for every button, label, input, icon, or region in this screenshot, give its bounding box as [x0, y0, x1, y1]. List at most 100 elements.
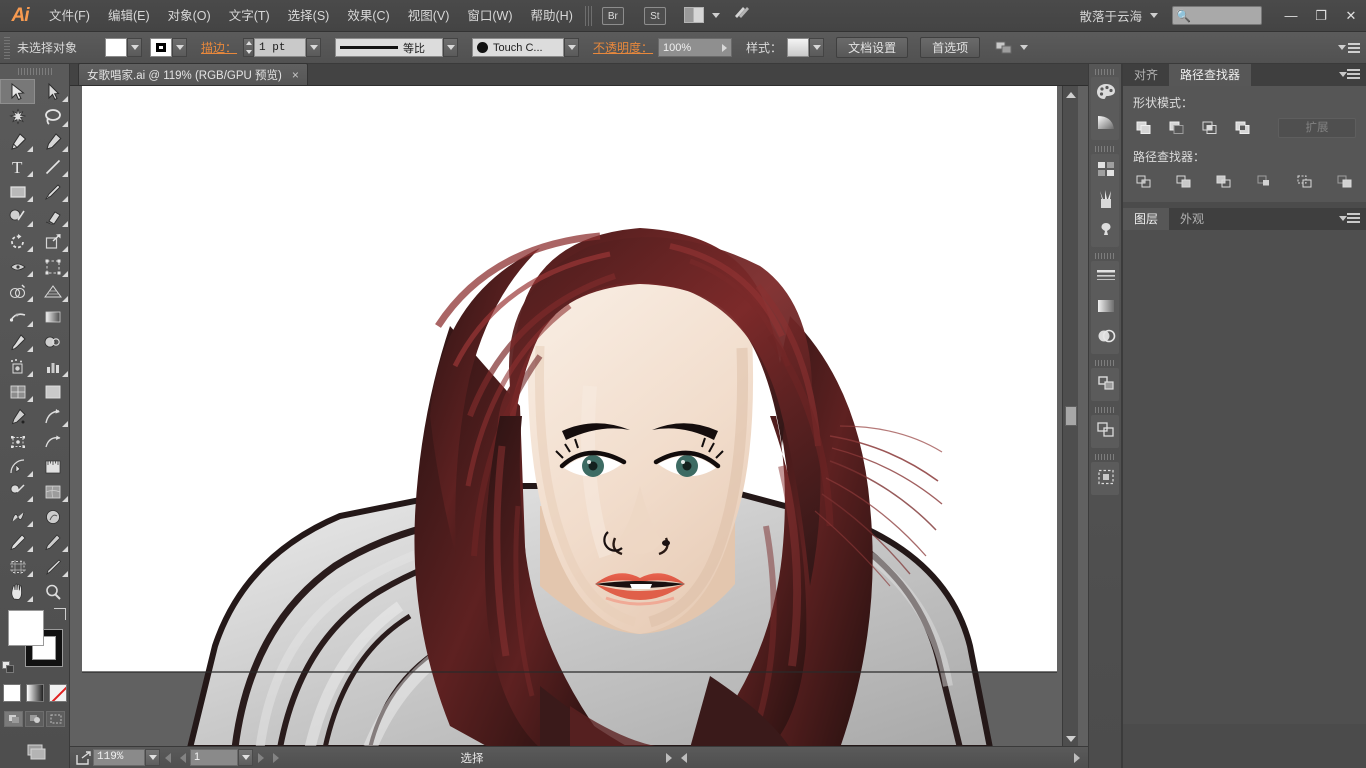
- swap-fill-stroke-icon[interactable]: [54, 608, 66, 620]
- line-segment-tool[interactable]: [35, 154, 70, 179]
- fill-color-swatch[interactable]: [105, 38, 127, 57]
- dock-grip-3[interactable]: [1095, 253, 1115, 259]
- scroll-down-icon[interactable]: [1066, 736, 1076, 742]
- zoom-tool[interactable]: [35, 579, 70, 604]
- pencil-tool[interactable]: [0, 529, 35, 554]
- dock-grip-4[interactable]: [1095, 360, 1115, 366]
- prev-artboard-button[interactable]: [175, 749, 190, 766]
- fill-dropdown-arrow[interactable]: [127, 38, 142, 57]
- pathfinder-crop-button[interactable]: [1254, 172, 1276, 192]
- anchor-point-tool[interactable]: [0, 404, 35, 429]
- stroke-panel-icon[interactable]: [1091, 261, 1121, 291]
- type-tool[interactable]: T: [0, 154, 35, 179]
- eraser-tool[interactable]: [35, 204, 70, 229]
- transparency-panel-icon[interactable]: [1091, 321, 1121, 351]
- pathfinder-divide-button[interactable]: [1133, 172, 1155, 192]
- first-artboard-button[interactable]: [160, 749, 175, 766]
- bridge-button[interactable]: Br: [602, 7, 624, 25]
- free-transform-frame-tool[interactable]: [0, 429, 35, 454]
- gradient-panel-icon[interactable]: [1091, 107, 1121, 137]
- hand-tool[interactable]: [0, 579, 35, 604]
- live-paint-bucket-tool[interactable]: [0, 479, 35, 504]
- pathfinder-minus-front-button[interactable]: [1166, 118, 1188, 138]
- zoom-dropdown-arrow[interactable]: [145, 749, 160, 766]
- width-tool[interactable]: [0, 254, 35, 279]
- last-artboard-button[interactable]: [268, 749, 283, 766]
- stroke-dropdown-arrow[interactable]: [172, 38, 187, 57]
- menu-object[interactable]: 对象(O): [159, 0, 220, 32]
- status-prev-icon[interactable]: [676, 749, 691, 766]
- opacity-flyout-icon[interactable]: [722, 44, 727, 52]
- brush-dropdown-arrow[interactable]: [564, 38, 579, 57]
- menu-effect[interactable]: 效果(C): [338, 0, 398, 32]
- knife-tool[interactable]: [35, 554, 70, 579]
- curvature-alt-tool[interactable]: [35, 404, 70, 429]
- menu-view[interactable]: 视图(V): [399, 0, 459, 32]
- brush-definition-field[interactable]: Touch C...: [472, 38, 564, 57]
- symbol-sprayer-tool[interactable]: [0, 354, 35, 379]
- stroke-color-swatch[interactable]: [150, 38, 172, 57]
- stroke-profile-field[interactable]: 等比: [335, 38, 443, 57]
- menu-window[interactable]: 窗口(W): [458, 0, 521, 32]
- menu-help[interactable]: 帮助(H): [522, 0, 582, 32]
- paintbrush-tool[interactable]: [35, 179, 70, 204]
- curvature-tool[interactable]: [35, 129, 70, 154]
- mesh-fill-tool[interactable]: [35, 479, 70, 504]
- pathfinder-exclude-button[interactable]: [1232, 118, 1254, 138]
- arrange-documents-button[interactable]: [676, 7, 720, 25]
- search-input[interactable]: [1191, 10, 1261, 22]
- layers-panel-menu-icon[interactable]: [1347, 213, 1360, 223]
- minimize-button[interactable]: —: [1276, 4, 1306, 28]
- menu-edit[interactable]: 编辑(E): [99, 0, 159, 32]
- scale-tool[interactable]: [35, 229, 70, 254]
- shaper-tool[interactable]: [0, 204, 35, 229]
- draw-inside-icon[interactable]: [46, 711, 65, 727]
- pathfinder-trim-button[interactable]: [1173, 172, 1195, 192]
- brushes-panel-icon[interactable]: [1091, 184, 1121, 214]
- stroke-profile-dropdown-arrow[interactable]: [443, 38, 458, 57]
- layers-panel-body[interactable]: [1123, 230, 1366, 724]
- preferences-button[interactable]: 首选项: [920, 37, 980, 58]
- align-chevron-down-icon[interactable]: [1020, 45, 1028, 50]
- perspective-grid-tool[interactable]: [35, 279, 70, 304]
- free-transform-tool[interactable]: [35, 254, 70, 279]
- canvas-vertical-scrollbar[interactable]: [1062, 86, 1078, 748]
- search-box[interactable]: 🔍: [1172, 6, 1262, 25]
- next-artboard-button[interactable]: [253, 749, 268, 766]
- color-mode-solid[interactable]: [3, 684, 21, 702]
- tab-pathfinder[interactable]: 路径查找器: [1169, 64, 1251, 86]
- direct-selection-tool[interactable]: [35, 79, 70, 104]
- color-panel-icon[interactable]: [1091, 77, 1121, 107]
- fill-color-indicator[interactable]: [8, 610, 44, 646]
- eyedropper-tool[interactable]: [0, 329, 35, 354]
- ruler-tool[interactable]: [35, 454, 70, 479]
- pathfinder-outline-button[interactable]: [1294, 172, 1316, 192]
- dock-grip-6[interactable]: [1095, 454, 1115, 460]
- shape-builder-tool[interactable]: [0, 279, 35, 304]
- magic-wand-tool[interactable]: [0, 104, 35, 129]
- document-tab[interactable]: 女歌唱家.ai @ 119% (RGB/GPU 预览) ×: [78, 63, 308, 85]
- lasso-tool[interactable]: [35, 104, 70, 129]
- expand-button[interactable]: 扩展: [1278, 118, 1356, 138]
- artboard-dropdown-arrow[interactable]: [238, 749, 253, 766]
- magnifier-alt-tool[interactable]: [35, 504, 70, 529]
- color-mode-none[interactable]: [49, 684, 67, 702]
- warp-tool[interactable]: [0, 504, 35, 529]
- pen-curve-tool[interactable]: [35, 429, 70, 454]
- menu-select[interactable]: 选择(S): [279, 0, 339, 32]
- tab-appearance[interactable]: 外观: [1169, 208, 1215, 230]
- controlbar-grip[interactable]: [4, 37, 10, 59]
- screen-mode-button[interactable]: [0, 741, 69, 763]
- color-mode-gradient[interactable]: [26, 684, 44, 702]
- gradient-tool[interactable]: [35, 304, 70, 329]
- close-button[interactable]: ✕: [1336, 4, 1366, 28]
- blend-tool[interactable]: [35, 329, 70, 354]
- scroll-up-icon[interactable]: [1066, 92, 1076, 98]
- artboard-tool[interactable]: [35, 379, 70, 404]
- dock-grip-2[interactable]: [1095, 146, 1115, 152]
- gradient-fill-icon[interactable]: [1091, 291, 1121, 321]
- pathfinder-unite-button[interactable]: [1133, 118, 1155, 138]
- artboards-panel-icon[interactable]: [1091, 462, 1121, 492]
- smooth-tool[interactable]: [35, 529, 70, 554]
- stroke-weight-dropdown-arrow[interactable]: [306, 38, 321, 57]
